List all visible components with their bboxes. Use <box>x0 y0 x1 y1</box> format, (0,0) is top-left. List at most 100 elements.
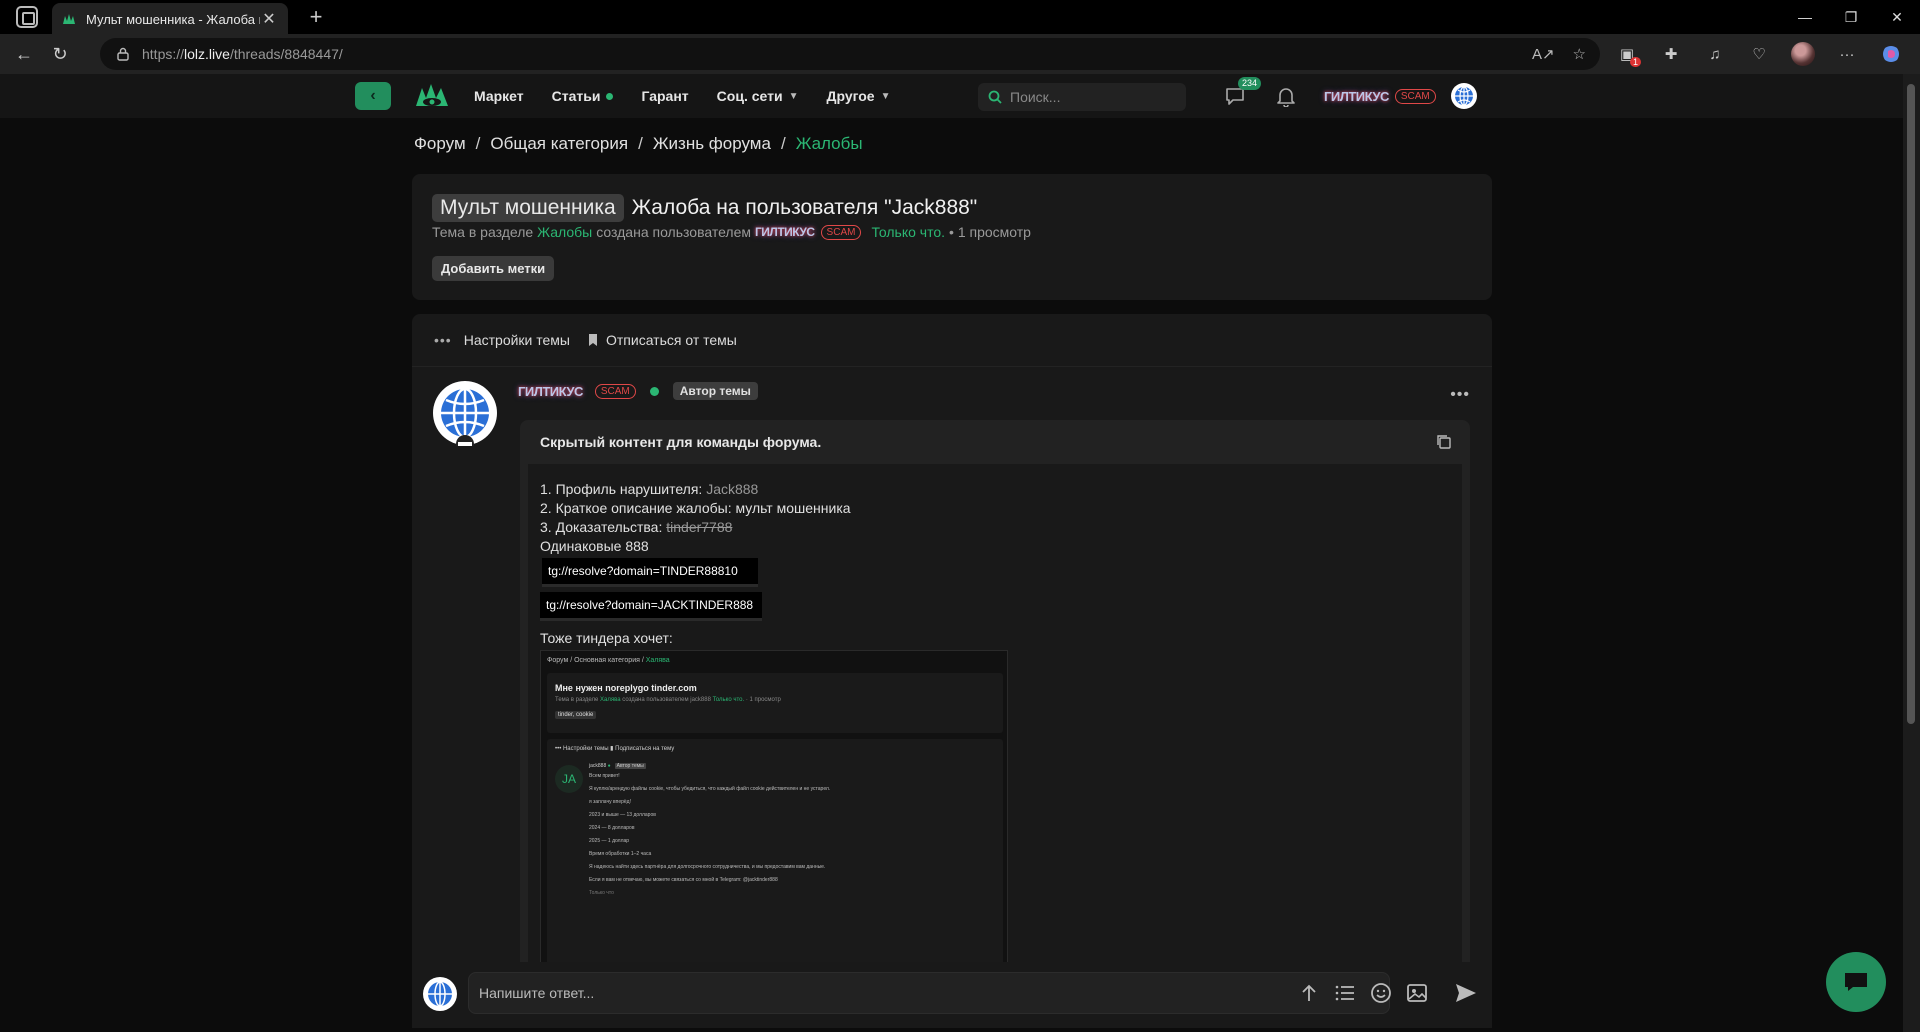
lolz-logo-icon[interactable] <box>414 80 450 110</box>
restore-icon[interactable]: ❐ <box>1828 0 1874 34</box>
main-nav: Маркет Статьи Гарант Соц. сети ▼ Другое ▼ <box>474 74 891 118</box>
thread-prefix[interactable]: Мульт мошенника <box>432 194 624 222</box>
nav-garant[interactable]: Гарант <box>641 88 688 104</box>
health-icon[interactable]: ♡ <box>1744 39 1774 69</box>
screenshot-post-text: Всем привет! Я куплю/арендую файлы cooki… <box>589 773 831 896</box>
author-badge: Автор темы <box>672 382 758 400</box>
read-aloud-icon[interactable]: A↗ <box>1532 45 1555 63</box>
copilot-icon[interactable] <box>1876 39 1906 69</box>
code-block[interactable]: tg://resolve?domain=TINDER88810 <box>542 558 758 587</box>
emoji-icon[interactable] <box>1370 982 1392 1004</box>
hidden-content-body: 1. Профиль нарушителя: Jack888 2. Кратко… <box>528 464 1462 980</box>
breadcrumb-forum[interactable]: Форум <box>414 134 466 154</box>
reply-bar <box>412 962 1492 1028</box>
header-username[interactable]: ГИЛТИКУС <box>1324 89 1389 104</box>
browser-tab-bar: Мульт мошенника - Жалоба на пользователя… <box>0 0 1920 35</box>
music-icon[interactable]: ♫ <box>1700 39 1730 69</box>
list-icon[interactable] <box>1334 982 1356 1004</box>
meta-section-link[interactable]: Жалобы <box>537 224 592 240</box>
meta-username[interactable]: ГИЛТИКУС <box>755 225 815 239</box>
scam-badge: SCAM <box>1394 88 1436 104</box>
puzzle-extensions-icon[interactable]: ✚ <box>1656 39 1686 69</box>
bell-icon[interactable] <box>1276 85 1296 107</box>
profile-icon[interactable] <box>1788 39 1818 69</box>
line-label: 3. Доказательства: <box>540 519 663 535</box>
post-author-avatar[interactable] <box>432 380 498 446</box>
post-menu-icon[interactable]: ••• <box>1450 386 1470 404</box>
globe-avatar-icon[interactable] <box>1450 82 1478 110</box>
copy-icon[interactable] <box>1436 434 1452 450</box>
post-container: ••• Настройки темы Отписаться от темы ГИ… <box>412 314 1492 1028</box>
screenshot-author: jack888 ● Автор темы <box>589 763 646 769</box>
workspaces-icon[interactable] <box>16 6 38 28</box>
breadcrumb: Форум / Общая категория / Жизнь форума /… <box>414 134 863 154</box>
reply-input[interactable] <box>468 972 1390 1014</box>
screenshot-thread-header: Мне нужен noreplygo tinder.com Тема в ра… <box>547 673 1003 733</box>
line-text: Одинаковые 888 <box>540 538 649 554</box>
breadcrumb-general[interactable]: Общая категория <box>490 134 628 154</box>
nav-other[interactable]: Другое ▼ <box>826 88 890 104</box>
online-indicator <box>649 386 659 396</box>
nav-articles[interactable]: Статьи <box>552 88 614 104</box>
chat-icon <box>1845 973 1867 991</box>
reload-icon[interactable]: ↻ <box>42 36 78 72</box>
back-arrow-button[interactable]: ‹ <box>355 82 391 110</box>
chat-fab-button[interactable] <box>1826 952 1886 1012</box>
new-tab-icon[interactable]: + <box>304 6 328 28</box>
evidence-link[interactable]: tinder7788 <box>666 519 732 535</box>
favorite-star-icon[interactable]: ☆ <box>1573 45 1586 63</box>
post-author: ГИЛТИКУС SCAM Автор темы <box>518 382 758 400</box>
send-icon[interactable] <box>1454 982 1478 1004</box>
address-bar[interactable]: https://lolz.live/threads/8848447/ A↗ ☆ <box>100 38 1600 70</box>
hidden-content-block: Скрытый контент для команды форума. 1. П… <box>520 420 1470 980</box>
search-box <box>978 83 1186 111</box>
add-tags-button[interactable]: Добавить метки <box>432 256 555 281</box>
search-icon <box>988 90 1002 104</box>
back-icon[interactable]: ← <box>6 36 42 72</box>
screenshot-tools: ••• Настройки темы ▮ Подписаться на тему <box>555 746 675 752</box>
profile-avatar <box>1791 42 1815 66</box>
page-title: Мульт мошенника Жалоба на пользователя "… <box>432 194 977 222</box>
messages-count-badge: 234 <box>1238 77 1262 90</box>
breadcrumb-forum-life[interactable]: Жизнь форума <box>653 134 771 154</box>
breadcrumb-complaints[interactable]: Жалобы <box>796 134 863 154</box>
messages-button[interactable]: 234 <box>1224 77 1262 107</box>
thread-tools: ••• Настройки темы Отписаться от темы <box>434 332 737 348</box>
scam-badge: SCAM <box>594 383 636 399</box>
scrollbar-thumb[interactable] <box>1907 84 1915 724</box>
breadcrumb-separator: / <box>638 134 643 153</box>
screenshot-avatar: JA <box>555 765 583 793</box>
breadcrumb-separator: / <box>475 134 481 153</box>
more-menu-icon[interactable]: ··· <box>1832 39 1862 69</box>
nav-social[interactable]: Соц. сети ▼ <box>717 88 799 104</box>
breadcrumb-separator: / <box>780 134 786 153</box>
post-author-name[interactable]: ГИЛТИКУС <box>518 384 583 399</box>
arrow-up-icon[interactable] <box>1298 982 1320 1004</box>
meta-text: создана пользователем <box>596 224 751 240</box>
unsubscribe-link[interactable]: Отписаться от темы <box>606 332 737 348</box>
thread-settings-link[interactable]: Настройки темы <box>464 332 570 348</box>
header-user-area: 234 ГИЛТИКУС SCAM <box>1224 74 1478 118</box>
evidence-screenshot[interactable]: Форум / Основная категория / Халява Мне … <box>540 650 1008 980</box>
extension-icon[interactable]: ▣ 1 <box>1612 39 1642 69</box>
hidden-content-title: Скрытый контент для команды форума. <box>540 434 822 450</box>
new-indicator-dot <box>606 92 614 100</box>
thread-title-text: Жалоба на пользователя "Jack888" <box>631 196 978 219</box>
page-scrollbar[interactable] <box>1903 74 1920 1032</box>
screenshot-title: Мне нужен noreplygo tinder.com <box>555 683 697 693</box>
browser-toolbar: ← ↻ https://lolz.live/threads/8848447/ A… <box>0 34 1920 74</box>
code-block[interactable]: tg://resolve?domain=JACKTINDER888 <box>540 592 762 621</box>
extension-icons: ▣ 1 ✚ ♫ ♡ ··· <box>1612 34 1906 74</box>
window-close-icon[interactable]: ✕ <box>1874 0 1920 34</box>
nav-market[interactable]: Маркет <box>474 88 524 104</box>
meta-time[interactable]: Только что. <box>871 224 945 240</box>
chevron-down-icon: ▼ <box>788 90 799 102</box>
image-icon[interactable] <box>1406 982 1428 1004</box>
screenshot-post: ••• Настройки темы ▮ Подписаться на тему… <box>547 739 1003 979</box>
complaint-text: 1. Профиль нарушителя: Jack888 2. Кратко… <box>540 480 851 556</box>
minimize-icon[interactable]: — <box>1782 0 1828 34</box>
tab-close-icon[interactable]: ✕ <box>260 9 278 29</box>
search-input[interactable] <box>1010 89 1170 105</box>
offender-link[interactable]: Jack888 <box>706 481 758 497</box>
browser-tab[interactable]: Мульт мошенника - Жалоба на пользователя… <box>52 3 288 35</box>
